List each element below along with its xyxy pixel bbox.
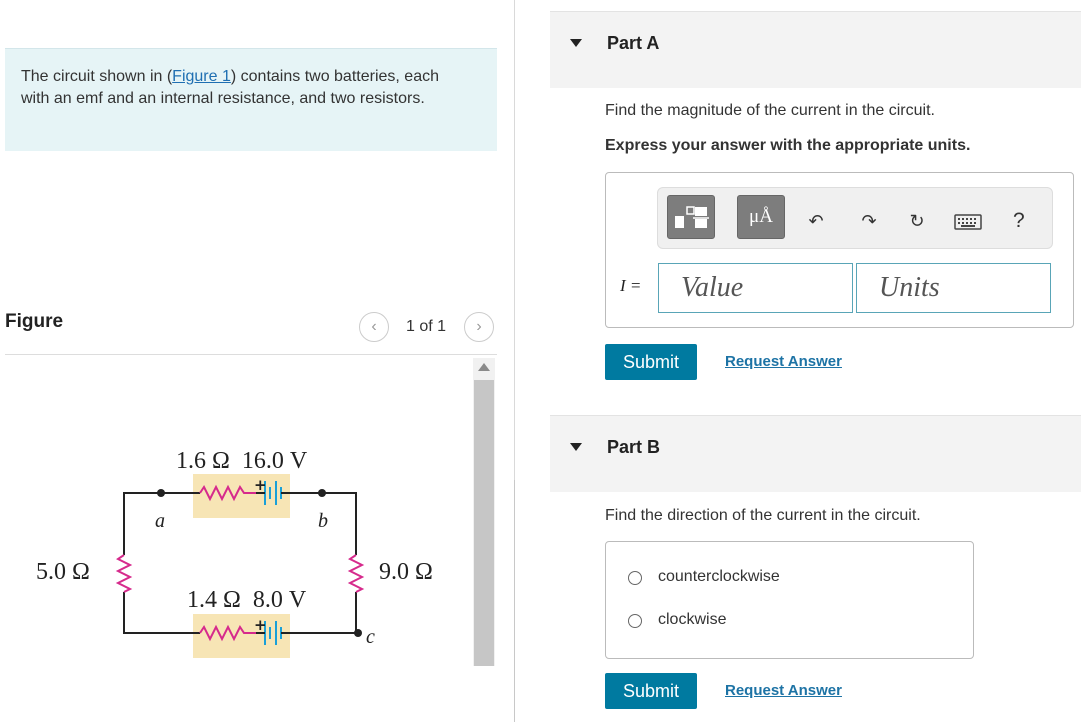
node-a-dot (157, 489, 165, 497)
node-b-label: b (318, 510, 328, 532)
templates-icon (675, 206, 709, 228)
counterclockwise-label[interactable]: counterclockwise (658, 568, 780, 586)
clockwise-radio[interactable] (628, 614, 642, 628)
top-battery-label: 1.6 Ω 16.0 V (176, 448, 308, 474)
value-input[interactable]: Value (658, 263, 853, 313)
part-a-instruction: Express your answer with the appropriate… (605, 137, 971, 154)
part-b-options-box (605, 541, 974, 659)
part-b-question: Find the direction of the current in the… (605, 507, 921, 524)
column-divider-lower (514, 480, 515, 722)
figure-pager-text: 1 of 1 (406, 318, 447, 335)
undo-icon[interactable]: ↶ (803, 208, 829, 234)
collapse-caret-icon[interactable] (570, 443, 582, 451)
current-variable-label: I = (620, 276, 642, 295)
keyboard-icon[interactable] (954, 214, 982, 235)
part-a-submit-button[interactable]: Submit (605, 344, 697, 380)
bottom-battery-label: 1.4 Ω 8.0 V (187, 587, 307, 613)
math-toolbar (657, 187, 1053, 249)
part-b-title: Part B (607, 437, 661, 457)
redo-icon[interactable]: ↷ (856, 208, 882, 234)
previous-figure-button[interactable]: ‹ (359, 312, 389, 342)
part-a-question: Find the magnitude of the current in the… (605, 102, 935, 119)
node-a-label: a (155, 510, 165, 532)
part-b-submit-button[interactable]: Submit (605, 673, 697, 709)
templates-button[interactable] (667, 195, 715, 239)
bottom-battery-plus: + (254, 616, 267, 634)
left-resistor-label: 5.0 Ω (36, 559, 90, 585)
part-b-request-answer-link[interactable]: Request Answer (725, 682, 842, 699)
figure-divider (5, 354, 497, 355)
right-resistor-label: 9.0 Ω (379, 559, 433, 585)
part-a-title: Part A (607, 33, 660, 53)
help-icon[interactable]: ? (1013, 209, 1025, 233)
chevron-right-icon: › (476, 318, 482, 335)
collapse-caret-icon[interactable] (570, 39, 582, 47)
next-figure-button[interactable]: › (464, 312, 494, 342)
reset-icon[interactable]: ↻ (904, 208, 930, 234)
figure-link[interactable]: Figure 1 (172, 68, 231, 85)
node-b-dot (318, 489, 326, 497)
units-input[interactable]: Units (856, 263, 1051, 313)
counterclockwise-radio[interactable] (628, 571, 642, 585)
problem-statement: The circuit shown in (Figure 1) contains… (21, 66, 461, 110)
figure-scrollbar-thumb[interactable] (474, 380, 494, 666)
right-resistor (347, 554, 365, 593)
units-button-label: μÅ (749, 206, 773, 227)
node-c-label: c (366, 626, 375, 648)
figure-heading: Figure (5, 311, 64, 332)
chevron-left-icon: ‹ (371, 318, 377, 335)
left-resistor (115, 554, 133, 593)
part-a-request-answer-link[interactable]: Request Answer (725, 353, 842, 370)
circuit-diagram: + + 1.6 Ω 16.0 V 1.4 Ω 8.0 V 5.0 Ω 9.0 Ω… (36, 448, 433, 658)
scroll-up-arrow-icon[interactable] (478, 363, 490, 371)
clockwise-label[interactable]: clockwise (658, 611, 726, 629)
top-battery-plus: + (254, 476, 267, 494)
node-c-dot (354, 629, 362, 637)
problem-text-start: The circuit shown in ( (21, 68, 173, 85)
units-button[interactable]: μÅ (737, 195, 785, 239)
